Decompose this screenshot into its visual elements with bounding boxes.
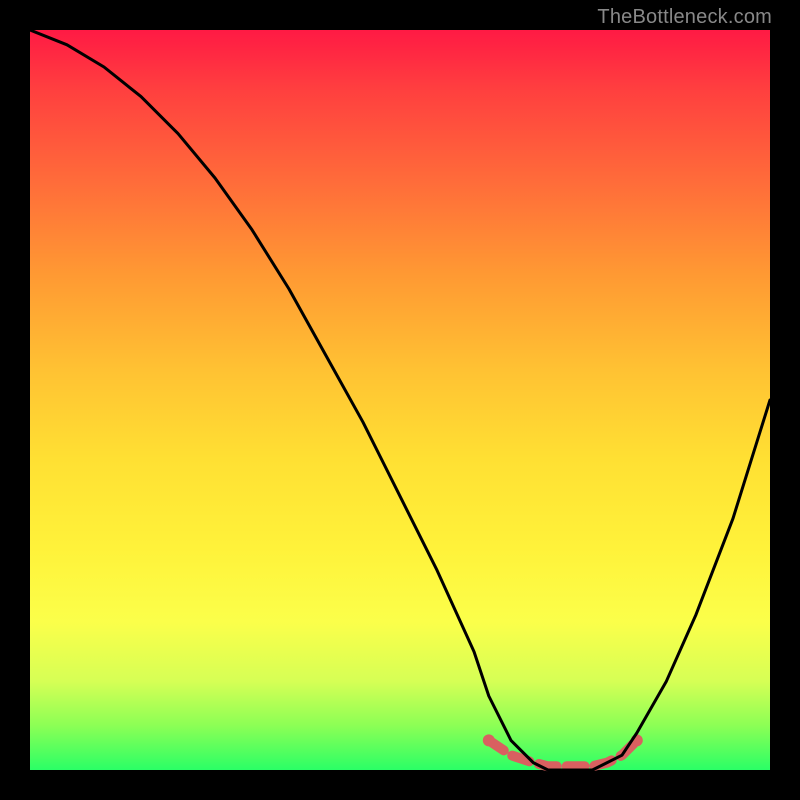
plot-area [30, 30, 770, 770]
sweet-spot-dot [483, 734, 495, 746]
sweet-spot-hint-line [489, 740, 637, 766]
chart-frame: TheBottleneck.com [0, 0, 800, 800]
bottleneck-curve-line [30, 30, 770, 770]
watermark-text: TheBottleneck.com [597, 6, 772, 29]
curve-layer [30, 30, 770, 770]
